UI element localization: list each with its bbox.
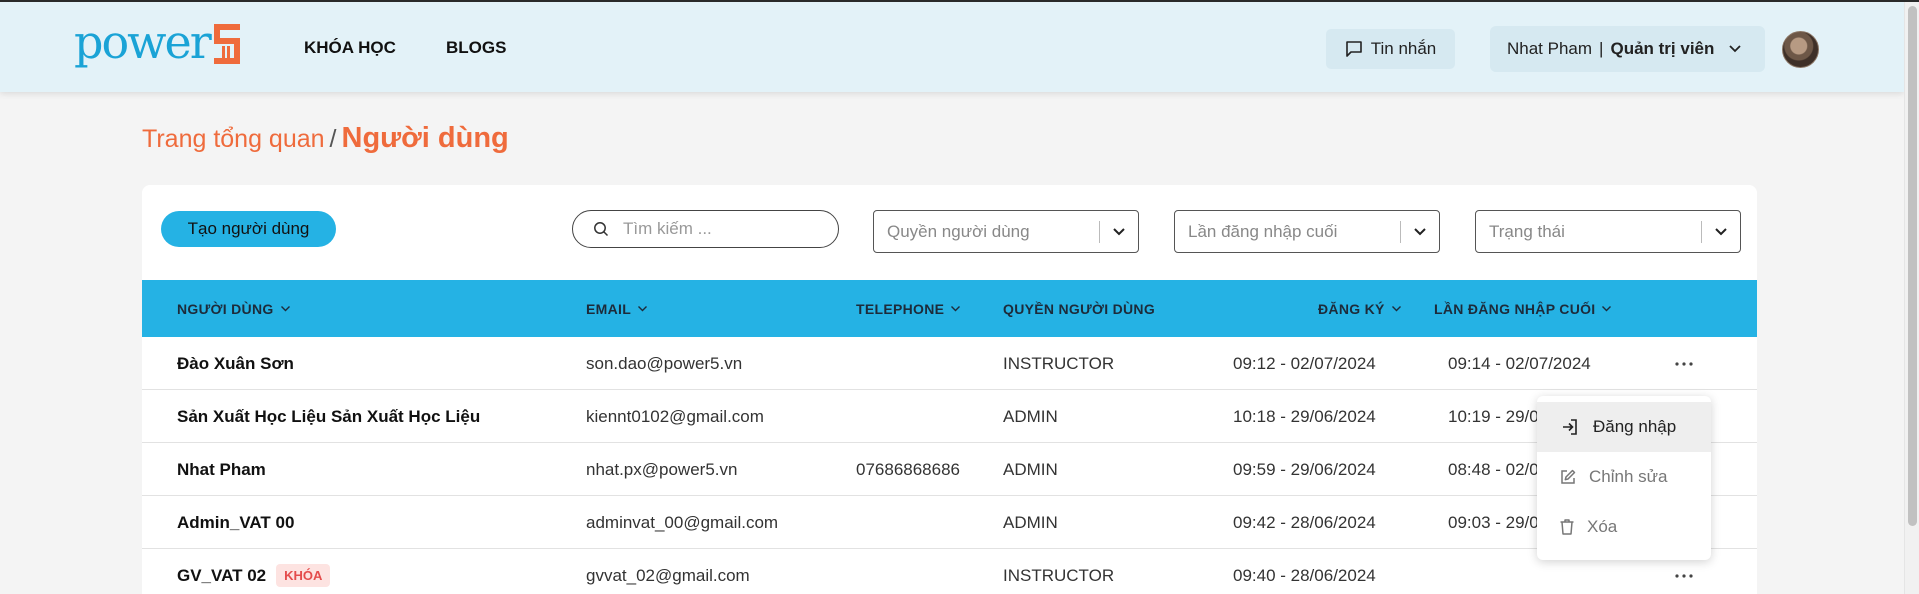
email-cell: nhat.px@power5.vn (586, 459, 738, 479)
role-cell: ADMIN (1003, 512, 1058, 532)
table-row[interactable]: Sản Xuất Học Liệu Sản Xuất Học Liệu kien… (142, 390, 1757, 443)
column-label: EMAIL (586, 300, 632, 317)
user-name-cell: GV_VAT 02 KHÓA (177, 549, 331, 594)
user-menu-button[interactable]: Nhat Pham | Quản trị viên (1490, 26, 1765, 72)
breadcrumb-dashboard[interactable]: Trang tổng quan (142, 125, 325, 154)
registered-cell: 09:59 - 29/06/2024 (1233, 459, 1376, 479)
sort-chevron-icon (1391, 305, 1401, 311)
user-name-cell: Nhat Pham (177, 459, 266, 479)
registered-cell: 09:40 - 28/06/2024 (1233, 565, 1376, 585)
last-login-cell: 09:03 - 29/0 (1448, 512, 1539, 532)
sort-chevron-icon (1602, 305, 1612, 311)
users-card: Tạo người dùng Quyền người dùng Lần đăng… (142, 185, 1757, 594)
chevron-down-icon (1401, 227, 1439, 237)
column-label: ĐĂNG KÝ (1318, 300, 1385, 317)
search-box[interactable] (572, 210, 839, 248)
messages-button[interactable]: Tin nhắn (1326, 29, 1455, 69)
status-filter-select[interactable]: Trạng thái (1475, 210, 1741, 253)
sort-chevron-icon (280, 305, 290, 311)
user-role: Quản trị viên (1610, 39, 1715, 58)
status-badge: KHÓA (276, 564, 331, 587)
last-login-filter-value: Lần đăng nhập cuối (1188, 221, 1338, 241)
user-name: Nhat Pham (1507, 39, 1593, 58)
user-name-cell: Sản Xuất Học Liệu Sản Xuất Học Liệu (177, 406, 481, 426)
chevron-down-icon (1729, 45, 1742, 53)
table-row[interactable]: Nhat Pham nhat.px@power5.vn 07686868686 … (142, 443, 1757, 496)
column-header-email[interactable]: EMAIL (586, 280, 648, 337)
role-cell: ADMIN (1003, 406, 1058, 426)
row-action-menu: Đăng nhập Chỉnh sửa Xóa (1537, 396, 1711, 560)
last-login-cell: 08:48 - 02/0 (1448, 459, 1539, 479)
column-header-telephone[interactable]: TELEPHONE (856, 280, 961, 337)
table-row[interactable]: GV_VAT 02 KHÓA gvvat_02@gmail.com INSTRU… (142, 549, 1757, 594)
role-cell: ADMIN (1003, 459, 1058, 479)
column-header-registered[interactable]: ĐĂNG KÝ (1318, 280, 1402, 337)
page-scrollbar[interactable] (1904, 2, 1919, 594)
logo-five-mark (213, 24, 240, 64)
column-header-role[interactable]: QUYỀN NGƯỜI DÙNG (1003, 280, 1155, 337)
page-title: Người dùng (341, 122, 509, 154)
menu-item-edit[interactable]: Chỉnh sửa (1537, 452, 1711, 502)
role-filter-select[interactable]: Quyền người dùng (873, 210, 1139, 253)
column-label: NGƯỜI DÙNG (177, 300, 274, 317)
menu-item-login-as[interactable]: Đăng nhập (1537, 402, 1711, 452)
logo[interactable]: power (74, 16, 242, 68)
user-name-cell: Admin_VAT 00 (177, 512, 295, 532)
messages-label: Tin nhắn (1370, 39, 1437, 58)
last-login-filter-select[interactable]: Lần đăng nhập cuối (1174, 210, 1440, 253)
role-cell: INSTRUCTOR (1003, 353, 1115, 373)
registered-cell: 10:18 - 29/06/2024 (1233, 406, 1376, 426)
user-separator: | (1599, 39, 1604, 58)
menu-item-label: Đăng nhập (1593, 417, 1677, 436)
top-header: power KHÓA HỌC BLOGS Tin nhắn Nhat Pham … (0, 2, 1904, 92)
more-icon[interactable] (1669, 337, 1699, 390)
table-header: NGƯỜI DÙNG EMAIL TELEPHONE QUYỀN NGƯỜI D… (142, 280, 1757, 337)
table-row[interactable]: Đào Xuân Sơn son.dao@power5.vn INSTRUCTO… (142, 337, 1757, 390)
logo-text: power (74, 15, 212, 69)
column-label: QUYỀN NGƯỜI DÙNG (1003, 300, 1156, 317)
registered-cell: 09:12 - 02/07/2024 (1233, 353, 1376, 373)
create-user-button[interactable]: Tạo người dùng (161, 211, 336, 247)
role-cell: INSTRUCTOR (1003, 565, 1115, 585)
breadcrumb-separator: / (329, 125, 337, 153)
search-icon (594, 222, 609, 237)
trash-icon (1560, 519, 1574, 535)
chevron-down-icon (1100, 227, 1138, 237)
registered-cell: 09:42 - 28/06/2024 (1233, 512, 1376, 532)
login-icon (1563, 419, 1577, 435)
last-login-cell: 10:19 - 29/0 (1448, 406, 1539, 426)
avatar[interactable] (1782, 31, 1819, 68)
chevron-down-icon (1702, 227, 1740, 237)
column-header-user[interactable]: NGƯỜI DÙNG (177, 280, 291, 337)
email-cell: son.dao@power5.vn (586, 353, 743, 373)
last-login-cell: 09:14 - 02/07/2024 (1448, 353, 1591, 373)
column-header-last-login[interactable]: LẦN ĐĂNG NHẬP CUỐI (1434, 280, 1612, 337)
sort-chevron-icon (951, 305, 961, 311)
table-row[interactable]: Admin_VAT 00 adminvat_00@gmail.com ADMIN… (142, 496, 1757, 549)
search-input[interactable] (623, 219, 823, 239)
column-label: TELEPHONE (856, 300, 945, 317)
status-filter-value: Trạng thái (1489, 221, 1565, 241)
scrollbar-thumb[interactable] (1908, 6, 1917, 526)
user-name-cell: Đào Xuân Sơn (177, 353, 294, 373)
nav-courses[interactable]: KHÓA HỌC (304, 38, 396, 58)
user-name-text: GV_VAT 02 (177, 565, 267, 585)
chat-icon (1345, 41, 1362, 57)
role-filter-value: Quyền người dùng (887, 221, 1030, 241)
nav-blogs[interactable]: BLOGS (446, 38, 506, 58)
telephone-cell: 07686868686 (856, 459, 961, 479)
menu-item-label: Xóa (1587, 517, 1618, 536)
email-cell: kiennt0102@gmail.com (586, 406, 764, 426)
email-cell: adminvat_00@gmail.com (586, 512, 779, 532)
column-label: LẦN ĐĂNG NHẬP CUỐI (1434, 300, 1596, 317)
menu-item-label: Chỉnh sửa (1589, 467, 1668, 486)
breadcrumb: Trang tổng quan / Người dùng (142, 122, 509, 155)
email-cell: gvvat_02@gmail.com (586, 565, 750, 585)
menu-item-delete[interactable]: Xóa (1537, 502, 1711, 552)
edit-icon (1561, 469, 1576, 484)
sort-chevron-icon (638, 305, 648, 311)
